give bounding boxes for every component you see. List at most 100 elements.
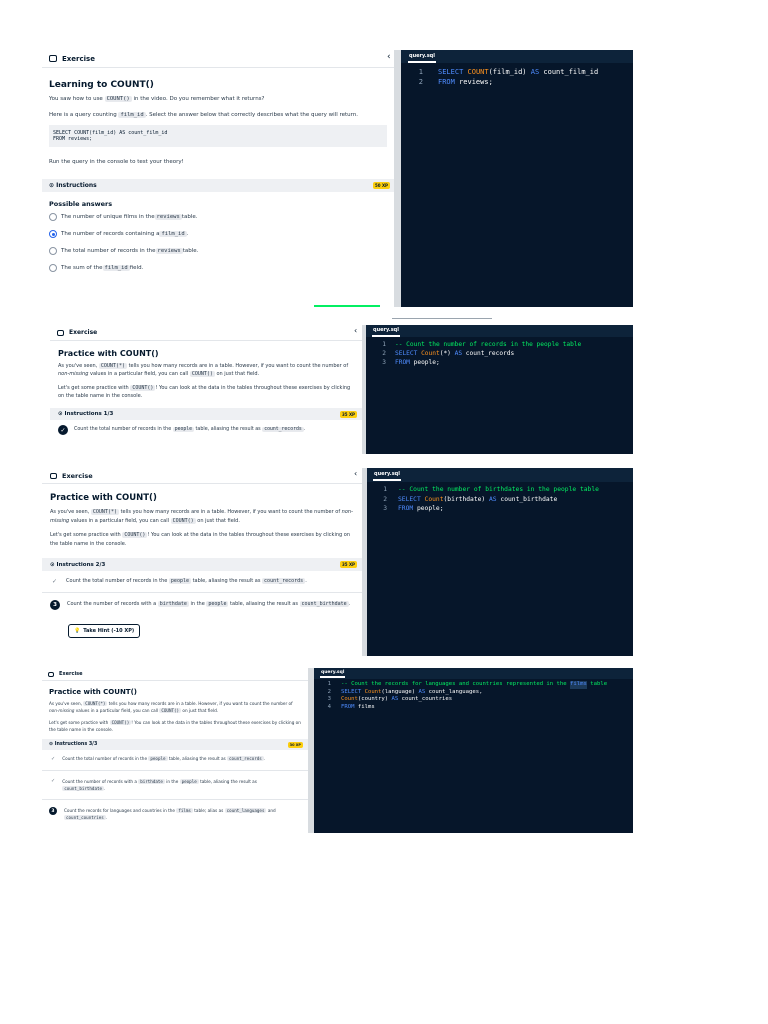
answer-option-selected[interactable]: The number of records containing a film_…	[49, 230, 387, 238]
editor-line: 2 SELECT Count (language) AS count_languag…	[327, 688, 483, 695]
exercise-panel: Exercise Practice with COUNT() As you've…	[42, 468, 362, 656]
collapse-chevron-icon[interactable]: ‹	[354, 469, 357, 478]
xp-badge: 35 XP	[340, 410, 357, 418]
xp-badge: 35 XP	[340, 561, 357, 568]
radio-button[interactable]	[49, 264, 57, 272]
editor-panel[interactable]: query.sql 1 SELECT COUNT (film_id) AS coun…	[401, 50, 633, 307]
editor-tabbar: query.sql	[366, 325, 633, 337]
check-circle-icon: ✓	[58, 425, 68, 435]
screenshot-practice-count-1: Exercise Practice with COUNT() As you've…	[50, 325, 633, 454]
screenshot-practice-count-3: Exercise Practice with COUNT() As you've…	[42, 668, 633, 833]
exercise-icon	[49, 55, 57, 62]
exercise-icon	[50, 472, 57, 479]
separator-line	[392, 318, 492, 319]
exercise-panel: Exercise Learning to COUNT() You saw how…	[42, 50, 394, 307]
editor-tabbar: query.sql	[367, 468, 633, 482]
tab-query-sql[interactable]: query.sql	[408, 51, 436, 63]
target-icon: ⊙	[50, 561, 55, 568]
editor-panel[interactable]: query.sql 1 -- Count the number of birthd…	[367, 468, 633, 656]
radio-button[interactable]	[49, 213, 57, 221]
code-editor[interactable]: 1 -- Count the number of records in the p…	[366, 337, 633, 367]
instruction-step-done[interactable]: ✓ Count the number of records with a bir…	[42, 771, 308, 800]
radio-button[interactable]	[49, 247, 57, 255]
tab-query-sql[interactable]: query.sql	[372, 325, 400, 337]
practice-text: Let's get some practice with COUNT()! Yo…	[50, 532, 350, 547]
instructions-label: Instructions	[56, 182, 97, 189]
exercise-title: Practice with COUNT()	[50, 493, 157, 503]
screenshot-learning-to-count: Exercise Learning to COUNT() You saw how…	[42, 50, 633, 307]
exercise-header: Exercise	[42, 50, 394, 68]
practice-text: Let's get some practice with COUNT()! Yo…	[58, 385, 351, 399]
answer-option[interactable]: The number of unique films in the review…	[49, 213, 387, 221]
instruction-step-active: 3 Count the records for languages and co…	[42, 800, 308, 824]
instructions-label: Instructions 3/3	[54, 742, 98, 747]
exercise-icon	[48, 671, 54, 677]
intro-text: You saw how to use COUNT() in the video.…	[49, 96, 265, 102]
editor-panel[interactable]: query.sql 1 -- Count the records for lang…	[314, 668, 633, 833]
editor-line: 1 -- Count the number of birthdates in th…	[383, 486, 599, 493]
instruction-step-active: 3 Count the number of records with a bir…	[42, 593, 362, 613]
exercise-panel: Exercise Practice with COUNT() As you've…	[50, 325, 362, 454]
exercise-icon	[57, 329, 64, 336]
editor-line: 1 -- Count the number of records in the p…	[382, 341, 582, 348]
checkmark-icon: ✓	[52, 578, 58, 585]
editor-line: 4 FROM films	[327, 703, 375, 710]
exercise-title: Practice with COUNT()	[58, 349, 159, 358]
editor-panel[interactable]: query.sql 1 -- Count the number of record…	[366, 325, 633, 454]
instructions-label: Instructions 2/3	[56, 561, 106, 568]
exercise-title: Practice with COUNT()	[49, 688, 137, 696]
exercise-title: Learning to COUNT()	[49, 80, 154, 90]
exercise-panel: Exercise Practice with COUNT() As you've…	[42, 668, 308, 833]
editor-line: 3 FROM people;	[382, 359, 440, 366]
editor-line: 2 SELECT Count (birthdate) AS count_birthd…	[383, 495, 558, 503]
instruction-step-done[interactable]: ✓ Count the total number of records in t…	[42, 571, 362, 593]
tab-query-sql[interactable]: query.sql	[320, 669, 346, 678]
answer-option[interactable]: The total number of records in the revie…	[49, 247, 387, 255]
step-number-3: 3	[49, 807, 57, 815]
instruction-step-done[interactable]: ✓ Count the total number of records in t…	[42, 750, 308, 771]
editor-line: 2 FROM reviews;	[418, 78, 493, 86]
editor-line: 3 FROM people;	[383, 505, 444, 512]
possible-answers-label: Possible answers	[49, 200, 113, 208]
section-label: Exercise	[69, 329, 98, 336]
exercise-header: Exercise	[42, 468, 362, 484]
collapse-chevron-icon[interactable]: ‹	[354, 326, 357, 335]
instructions-label: Instructions 1/3	[64, 411, 114, 417]
screenshot-practice-count-2: Exercise Practice with COUNT() As you've…	[42, 468, 633, 656]
intro-text: As you've seen, COUNT(*) tells you how m…	[49, 701, 293, 713]
instructions-bar[interactable]: ⊙ Instructions 3/3 30 XP	[42, 739, 308, 750]
checkmark-icon: ✓	[51, 778, 56, 784]
editor-line: 2 SELECT Count (*) AS count_records	[382, 350, 515, 357]
editor-line: 1 -- Count the records for languages and …	[327, 681, 608, 689]
editor-tabbar: query.sql	[314, 668, 633, 679]
code-block: SELECT COUNT(film_id) AS count_film_id F…	[49, 125, 387, 147]
code-editor[interactable]: 1 -- Count the number of birthdates in th…	[367, 482, 633, 514]
section-label: Exercise	[62, 54, 95, 63]
instruction-step-active: ✓ Count the total number of records in t…	[50, 420, 362, 440]
editor-line: 1 SELECT COUNT (film_id) AS count_film_id	[418, 68, 599, 76]
section-label: Exercise	[59, 671, 83, 677]
target-icon: ⊙	[58, 411, 63, 417]
collapse-chevron-icon[interactable]: ‹	[387, 52, 391, 62]
instructions-bar[interactable]: ⊙ Instructions 1/3 35 XP	[50, 408, 362, 420]
code-editor[interactable]: 1 SELECT COUNT (film_id) AS count_film_id …	[401, 63, 633, 87]
submit-button-edge[interactable]	[314, 305, 380, 307]
instructions-bar[interactable]: ⊙ Instructions 50 XP	[42, 179, 394, 192]
section-label: Exercise	[62, 471, 93, 480]
xp-badge: 50 XP	[373, 182, 390, 189]
run-text: Run the query in the console to test you…	[49, 159, 184, 165]
radio-button-selected[interactable]	[49, 230, 57, 238]
step-number-3: 3	[50, 600, 60, 610]
panel-divider[interactable]	[394, 50, 401, 307]
tab-query-sql[interactable]: query.sql	[373, 469, 401, 481]
exercise-header: Exercise	[50, 325, 362, 341]
editor-line: 3 Count (country) AS count_countries	[327, 696, 453, 702]
target-icon: ⊙	[49, 182, 55, 189]
query-description: Here is a query counting film_id. Select…	[49, 112, 359, 118]
take-hint-button[interactable]: 💡 Take Hint (-10 XP)	[68, 624, 141, 638]
answer-option[interactable]: The sum of the film_id field.	[49, 264, 387, 272]
hint-label: Take Hint (-10 XP)	[83, 628, 135, 634]
instructions-bar[interactable]: ⊙ Instructions 2/3 35 XP	[42, 558, 362, 571]
xp-badge: 30 XP	[287, 741, 303, 748]
code-editor[interactable]: 1 -- Count the records for languages and …	[314, 679, 633, 711]
